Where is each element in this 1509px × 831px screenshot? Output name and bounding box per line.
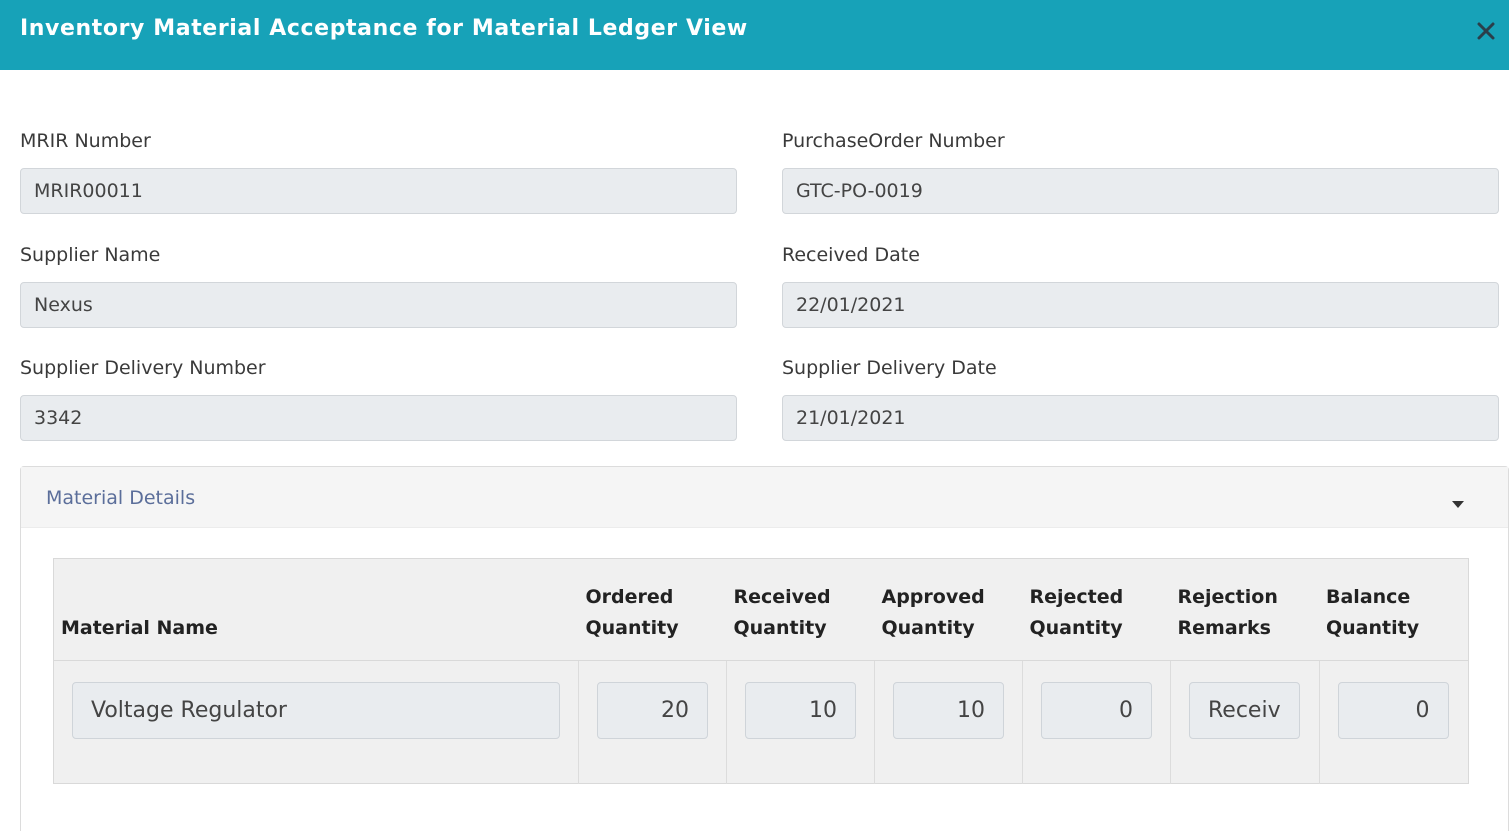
cell-ordered bbox=[578, 660, 727, 784]
cell-rejected bbox=[1022, 660, 1171, 784]
col-received-quantity: Received Quantity bbox=[726, 558, 875, 661]
close-icon bbox=[1477, 22, 1495, 40]
cell-material-name bbox=[54, 661, 579, 784]
col-material-name: Material Name bbox=[53, 558, 579, 661]
po-number-input[interactable] bbox=[782, 168, 1499, 214]
modal-title: Inventory Material Acceptance for Materi… bbox=[20, 16, 748, 41]
mrir-number-label: MRIR Number bbox=[20, 130, 151, 152]
received-date-label: Received Date bbox=[782, 244, 920, 266]
col-ordered-quantity: Ordered Quantity bbox=[578, 558, 727, 661]
cell-approved bbox=[874, 660, 1023, 784]
col-rejected-quantity: Rejected Quantity bbox=[1022, 558, 1171, 661]
material-name-input[interactable] bbox=[72, 682, 560, 739]
rejected-quantity-input[interactable] bbox=[1041, 682, 1152, 739]
supplier-delivery-date-input[interactable] bbox=[782, 395, 1499, 441]
modal-header: Inventory Material Acceptance for Materi… bbox=[0, 0, 1509, 70]
received-quantity-input[interactable] bbox=[745, 682, 856, 739]
rejection-remarks-input[interactable] bbox=[1189, 682, 1300, 739]
mrir-number-input[interactable] bbox=[20, 168, 737, 214]
caret-down-icon[interactable] bbox=[1452, 501, 1464, 508]
material-details-title: Material Details bbox=[46, 487, 196, 509]
col-balance-quantity: Balance Quantity bbox=[1319, 558, 1469, 661]
material-details-panel: Material Details Material Name Ordered Qu… bbox=[20, 466, 1509, 831]
ordered-quantity-input[interactable] bbox=[597, 682, 708, 739]
supplier-delivery-number-input[interactable] bbox=[20, 395, 737, 441]
cell-received bbox=[726, 660, 875, 784]
col-rejection-remarks: Rejection Remarks bbox=[1170, 558, 1319, 661]
supplier-name-label: Supplier Name bbox=[20, 244, 161, 266]
close-button[interactable] bbox=[1473, 16, 1499, 46]
cell-balance bbox=[1318, 660, 1469, 784]
supplier-delivery-date-label: Supplier Delivery Date bbox=[782, 357, 997, 379]
balance-quantity-input[interactable] bbox=[1337, 682, 1449, 739]
col-approved-quantity: Approved Quantity bbox=[874, 558, 1023, 661]
received-date-input[interactable] bbox=[782, 282, 1499, 328]
supplier-delivery-number-label: Supplier Delivery Number bbox=[20, 357, 266, 379]
table-row bbox=[54, 660, 1469, 784]
cell-remarks bbox=[1170, 660, 1319, 784]
material-details-header[interactable]: Material Details bbox=[21, 467, 1508, 528]
po-number-label: PurchaseOrder Number bbox=[782, 130, 1005, 152]
table-header-row: Material Name Ordered Quantity Received Qu… bbox=[53, 558, 1469, 661]
supplier-name-input[interactable] bbox=[20, 282, 737, 328]
material-table: Material Name Ordered Quantity Received Qu… bbox=[53, 558, 1469, 784]
approved-quantity-input[interactable] bbox=[893, 682, 1004, 739]
